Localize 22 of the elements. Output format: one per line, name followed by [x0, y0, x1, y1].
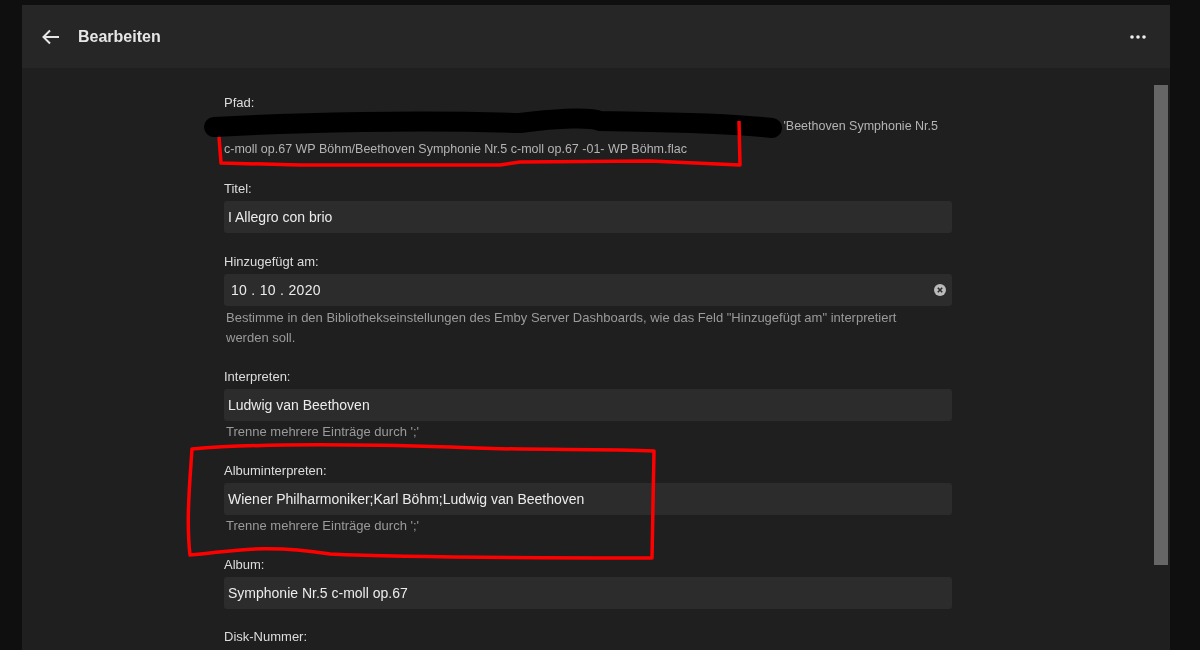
date-field[interactable]: 10 . 10 . 2020	[224, 274, 952, 306]
help-text: Trenne mehrere Einträge durch ';'	[225, 517, 421, 535]
field-label: Interpreten:	[224, 369, 291, 384]
more-icon[interactable]	[1130, 34, 1146, 39]
field-label: Pfad:	[224, 95, 255, 110]
clear-icon[interactable]	[934, 284, 946, 296]
help-text: Bestimme in den Bibliothekseinstellungen des Emby Server Dashboards, wie das Feld "Hinzugefügt am" interpretiert werden soll.	[225, 309, 898, 347]
text-field[interactable]: Ludwig van Beethoven	[224, 389, 952, 421]
text-field[interactable]: I Allegro con brio	[224, 201, 952, 233]
text-field[interactable]: Symphonie Nr.5 c-moll op.67	[224, 577, 952, 609]
scrollbar[interactable]	[1154, 85, 1168, 565]
field-label: Hinzugefügt am:	[224, 254, 319, 269]
field-label: Albuminterpreten:	[224, 463, 327, 478]
text-field[interactable]: Wiener Philharmoniker;Karl Böhm;Ludwig van Beethoven	[224, 483, 952, 515]
dialog-title: Bearbeiten	[78, 27, 162, 46]
field-label: Album:	[224, 557, 265, 572]
path-text: 'Beethoven Symphonie Nr.5	[783, 119, 938, 133]
back-icon[interactable]	[42, 28, 60, 45]
field-label: Disk-Nummer:	[224, 629, 308, 644]
field-label: Titel:	[224, 181, 252, 196]
help-text: Trenne mehrere Einträge durch ';'	[225, 423, 421, 441]
path-text: c-moll op.67 WP Böhm/Beethoven Symphonie Nr.5 c-moll op.67 -01- WP Böhm.flac	[224, 142, 687, 156]
